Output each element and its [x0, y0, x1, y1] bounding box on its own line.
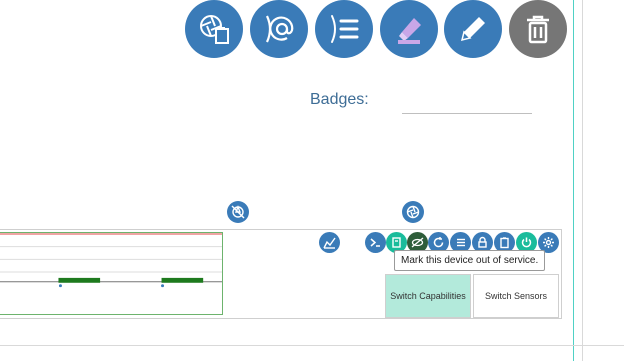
trash-icon[interactable] — [509, 0, 567, 58]
frame-border — [573, 0, 574, 361]
at-sign-icon[interactable] — [250, 0, 308, 58]
frame-divider — [582, 0, 583, 361]
frame-divider — [0, 345, 624, 346]
chart-marker — [161, 284, 165, 288]
panel-border — [0, 229, 562, 230]
aperture-clipboard-icon[interactable] — [185, 0, 243, 58]
chart-icon[interactable] — [319, 232, 340, 253]
chart-bar — [161, 277, 204, 283]
tooltip: Mark this device out of service. — [394, 250, 546, 271]
chart-marker — [58, 284, 62, 288]
pencil-icon[interactable] — [444, 0, 502, 58]
panel-border — [0, 318, 562, 319]
chart-bar — [58, 277, 101, 283]
sensor-chart — [0, 232, 223, 315]
terminal-icon[interactable] — [365, 232, 386, 253]
switch-sensors-button[interactable]: Switch Sensors — [473, 274, 559, 318]
aperture-icon[interactable] — [402, 201, 424, 223]
badges-label: Badges: — [310, 91, 369, 108]
highlighter-icon[interactable] — [380, 0, 438, 58]
panel-border — [561, 229, 562, 319]
switch-capabilities-button[interactable]: Switch Capabilities — [385, 274, 471, 318]
list-icon[interactable] — [315, 0, 373, 58]
aperture-off-icon[interactable] — [227, 201, 249, 223]
badges-input[interactable] — [402, 113, 532, 114]
